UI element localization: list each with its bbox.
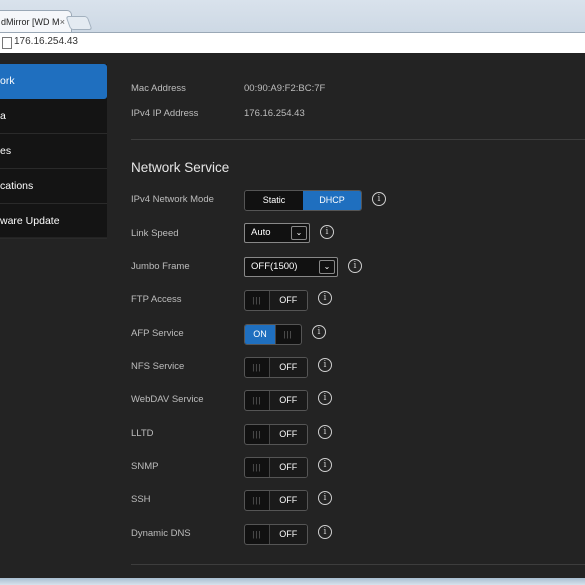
toggle-state: OFF (268, 525, 307, 544)
toggle-grip-icon: ||| (252, 463, 262, 472)
url-text[interactable]: 176.16.254.43 (14, 36, 78, 47)
browser-tab[interactable]: dMirror [WD M × (0, 10, 72, 33)
service-label-lltd: LLTD (131, 428, 154, 439)
divider (131, 564, 585, 565)
link-speed-label: Link Speed (131, 228, 179, 239)
toggle-grip-icon: ||| (252, 496, 262, 505)
service-label-nfs: NFS Service (131, 361, 185, 372)
service-label-dynamic-dns: Dynamic DNS (131, 528, 191, 539)
info-icon[interactable]: i (318, 525, 332, 539)
toggle-state: OFF (268, 458, 307, 477)
toggle-state: OFF (268, 491, 307, 510)
afp-toggle[interactable]: ON ||| (244, 324, 302, 345)
service-label-snmp: SNMP (131, 461, 159, 472)
sidebar-item-label: a (0, 110, 6, 122)
sidebar-item-label: ware Update (0, 215, 60, 227)
info-icon[interactable]: i (318, 358, 332, 372)
jumbo-frame-label: Jumbo Frame (131, 261, 190, 272)
info-icon[interactable]: i (312, 325, 326, 339)
info-icon[interactable]: i (348, 259, 362, 273)
info-icon[interactable]: i (318, 425, 332, 439)
ipv4-address-value: 176.16.254.43 (244, 108, 305, 119)
tab-title: dMirror [WD M (1, 17, 60, 27)
sidebar-item-utilities[interactable]: es (0, 134, 107, 169)
sidebar: ork a es cations ware Update (0, 64, 107, 239)
lltd-toggle[interactable]: ||| OFF (244, 424, 308, 445)
jumbo-frame-value: OFF(1500) (251, 261, 298, 272)
link-speed-value: Auto (251, 227, 271, 238)
sidebar-item-label: cations (0, 180, 34, 192)
info-icon[interactable]: i (320, 225, 334, 239)
chevron-down-icon: ⌄ (291, 226, 307, 240)
toggle-grip-icon: ||| (252, 363, 262, 372)
chevron-down-icon: ⌄ (319, 260, 335, 274)
new-tab-button[interactable] (65, 16, 93, 30)
info-icon[interactable]: i (372, 192, 386, 206)
mode-static-button[interactable]: Static (245, 191, 303, 210)
dynamic-dns-toggle[interactable]: ||| OFF (244, 524, 308, 545)
ssh-toggle[interactable]: ||| OFF (244, 490, 308, 511)
toggle-grip-icon: ||| (252, 396, 262, 405)
toggle-state: OFF (268, 425, 307, 444)
page-icon (2, 37, 12, 49)
ipv4-address-label: IPv4 IP Address (131, 108, 199, 119)
service-label-afp: AFP Service (131, 328, 184, 339)
nfs-toggle[interactable]: ||| OFF (244, 357, 308, 378)
toggle-grip-icon: ||| (252, 530, 262, 539)
ipv4-mode-toggle[interactable]: Static DHCP (244, 190, 362, 211)
toggle-grip-icon: ||| (252, 296, 262, 305)
link-speed-select[interactable]: Auto ⌄ (244, 223, 310, 243)
divider (131, 139, 585, 140)
toggle-state: OFF (268, 391, 307, 410)
mode-dhcp-button[interactable]: DHCP (303, 191, 361, 210)
mac-address-label: Mac Address (131, 83, 186, 94)
nas-settings-app: ork a es cations ware Update Mac Address… (0, 53, 585, 578)
jumbo-frame-select[interactable]: OFF(1500) ⌄ (244, 257, 338, 277)
info-icon[interactable]: i (318, 291, 332, 305)
toggle-state: ON (245, 325, 276, 344)
toggle-grip-icon: ||| (283, 330, 293, 339)
sidebar-item-label: ork (0, 75, 15, 87)
sidebar-item-firmware-update[interactable]: ware Update (0, 204, 107, 239)
service-label-webdav: WebDAV Service (131, 394, 204, 405)
info-icon[interactable]: i (318, 491, 332, 505)
toggle-grip-icon: ||| (252, 430, 262, 439)
mac-address-value: 00:90:A9:F2:BC:7F (244, 83, 326, 94)
taskbar-edge (0, 578, 585, 585)
tab-close-icon[interactable]: × (60, 11, 65, 33)
service-label-ftp: FTP Access (131, 294, 182, 305)
webdav-toggle[interactable]: ||| OFF (244, 390, 308, 411)
snmp-toggle[interactable]: ||| OFF (244, 457, 308, 478)
toggle-state: OFF (268, 358, 307, 377)
service-label-ssh: SSH (131, 494, 151, 505)
sidebar-item-notifications[interactable]: cations (0, 169, 107, 204)
section-title-network-service: Network Service (131, 160, 230, 175)
address-bar[interactable]: 176.16.254.43 (0, 32, 585, 54)
sidebar-item-network[interactable]: ork (0, 64, 107, 99)
ipv4-mode-label: IPv4 Network Mode (131, 194, 214, 205)
info-icon[interactable]: i (318, 458, 332, 472)
sidebar-item-label: es (0, 145, 12, 157)
ftp-toggle[interactable]: ||| OFF (244, 290, 308, 311)
toggle-state: OFF (268, 291, 307, 310)
sidebar-item-media[interactable]: a (0, 99, 107, 134)
info-icon[interactable]: i (318, 391, 332, 405)
browser-chrome: dMirror [WD M × 176.16.254.43 (0, 0, 585, 54)
